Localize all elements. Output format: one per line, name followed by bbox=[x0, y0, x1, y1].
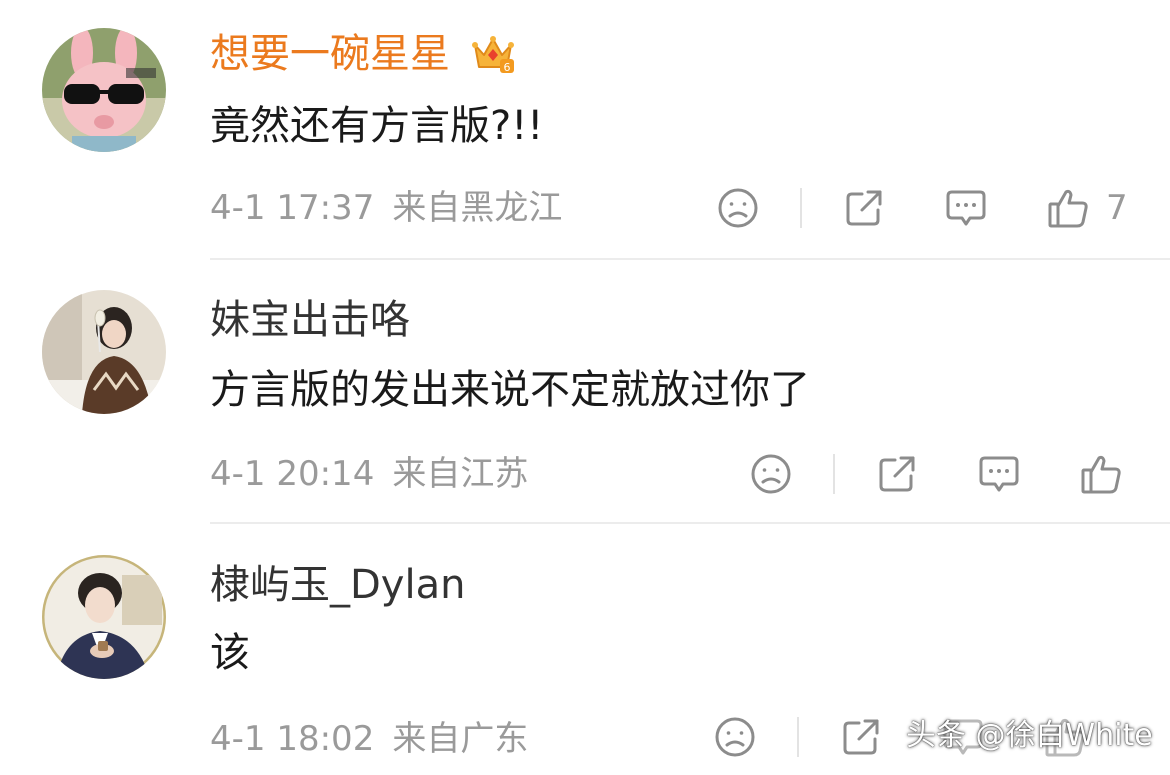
share-icon[interactable] bbox=[842, 186, 886, 230]
comment-meta: 4-1 18:02 来自广东 bbox=[210, 719, 528, 759]
crown-level-badge-icon: 6 bbox=[470, 31, 516, 77]
comment-time: 4-1 18:02 bbox=[210, 719, 375, 759]
comment-meta: 4-1 20:14 来自江苏 bbox=[210, 454, 528, 494]
avatar[interactable] bbox=[42, 555, 166, 679]
comment-text: 方言版的发出来说不定就放过你了 bbox=[210, 367, 810, 413]
username[interactable]: 妹宝出击咯 bbox=[210, 296, 410, 344]
username[interactable]: 棣屿玉_Dylan bbox=[210, 561, 465, 609]
watermark: 头条 @徐白White bbox=[906, 718, 1153, 753]
action-divider bbox=[800, 188, 802, 228]
avatar[interactable] bbox=[42, 290, 166, 414]
comment-item: 妹宝出击咯 方言版的发出来说不定就放过你了 4-1 20:14 来自江苏 bbox=[0, 260, 1170, 525]
comment-bubble-icon[interactable] bbox=[977, 452, 1021, 496]
comment-text: 竟然还有方言版?!! bbox=[210, 103, 544, 149]
dislike-face-icon[interactable] bbox=[713, 715, 757, 759]
comment-location: 来自广东 bbox=[392, 719, 529, 759]
like-thumb-icon[interactable] bbox=[1046, 186, 1090, 230]
comment-location: 来自江苏 bbox=[392, 454, 529, 494]
comment-time: 4-1 20:14 bbox=[210, 454, 375, 494]
action-divider bbox=[797, 717, 799, 757]
comment-item: 想要一碗星星 6 竟然还有方言版?!! 4-1 17:37 来自黑龙江 7 bbox=[0, 0, 1170, 260]
comment-location: 来自黑龙江 bbox=[392, 188, 563, 228]
like-thumb-icon[interactable] bbox=[1079, 452, 1123, 496]
comment-time: 4-1 17:37 bbox=[210, 188, 375, 228]
dislike-face-icon[interactable] bbox=[716, 186, 760, 230]
username[interactable]: 想要一碗星星 bbox=[210, 30, 450, 78]
avatar[interactable] bbox=[42, 28, 166, 152]
comment-bubble-icon[interactable] bbox=[944, 186, 988, 230]
share-icon[interactable] bbox=[875, 452, 919, 496]
svg-text:6: 6 bbox=[504, 61, 511, 74]
like-count: 7 bbox=[1106, 188, 1128, 228]
action-divider bbox=[833, 454, 835, 494]
dislike-face-icon[interactable] bbox=[749, 452, 793, 496]
comment-divider bbox=[210, 522, 1170, 524]
share-icon[interactable] bbox=[839, 715, 883, 759]
comment-meta: 4-1 17:37 来自黑龙江 bbox=[210, 188, 562, 228]
comment-text: 该 bbox=[210, 630, 250, 676]
